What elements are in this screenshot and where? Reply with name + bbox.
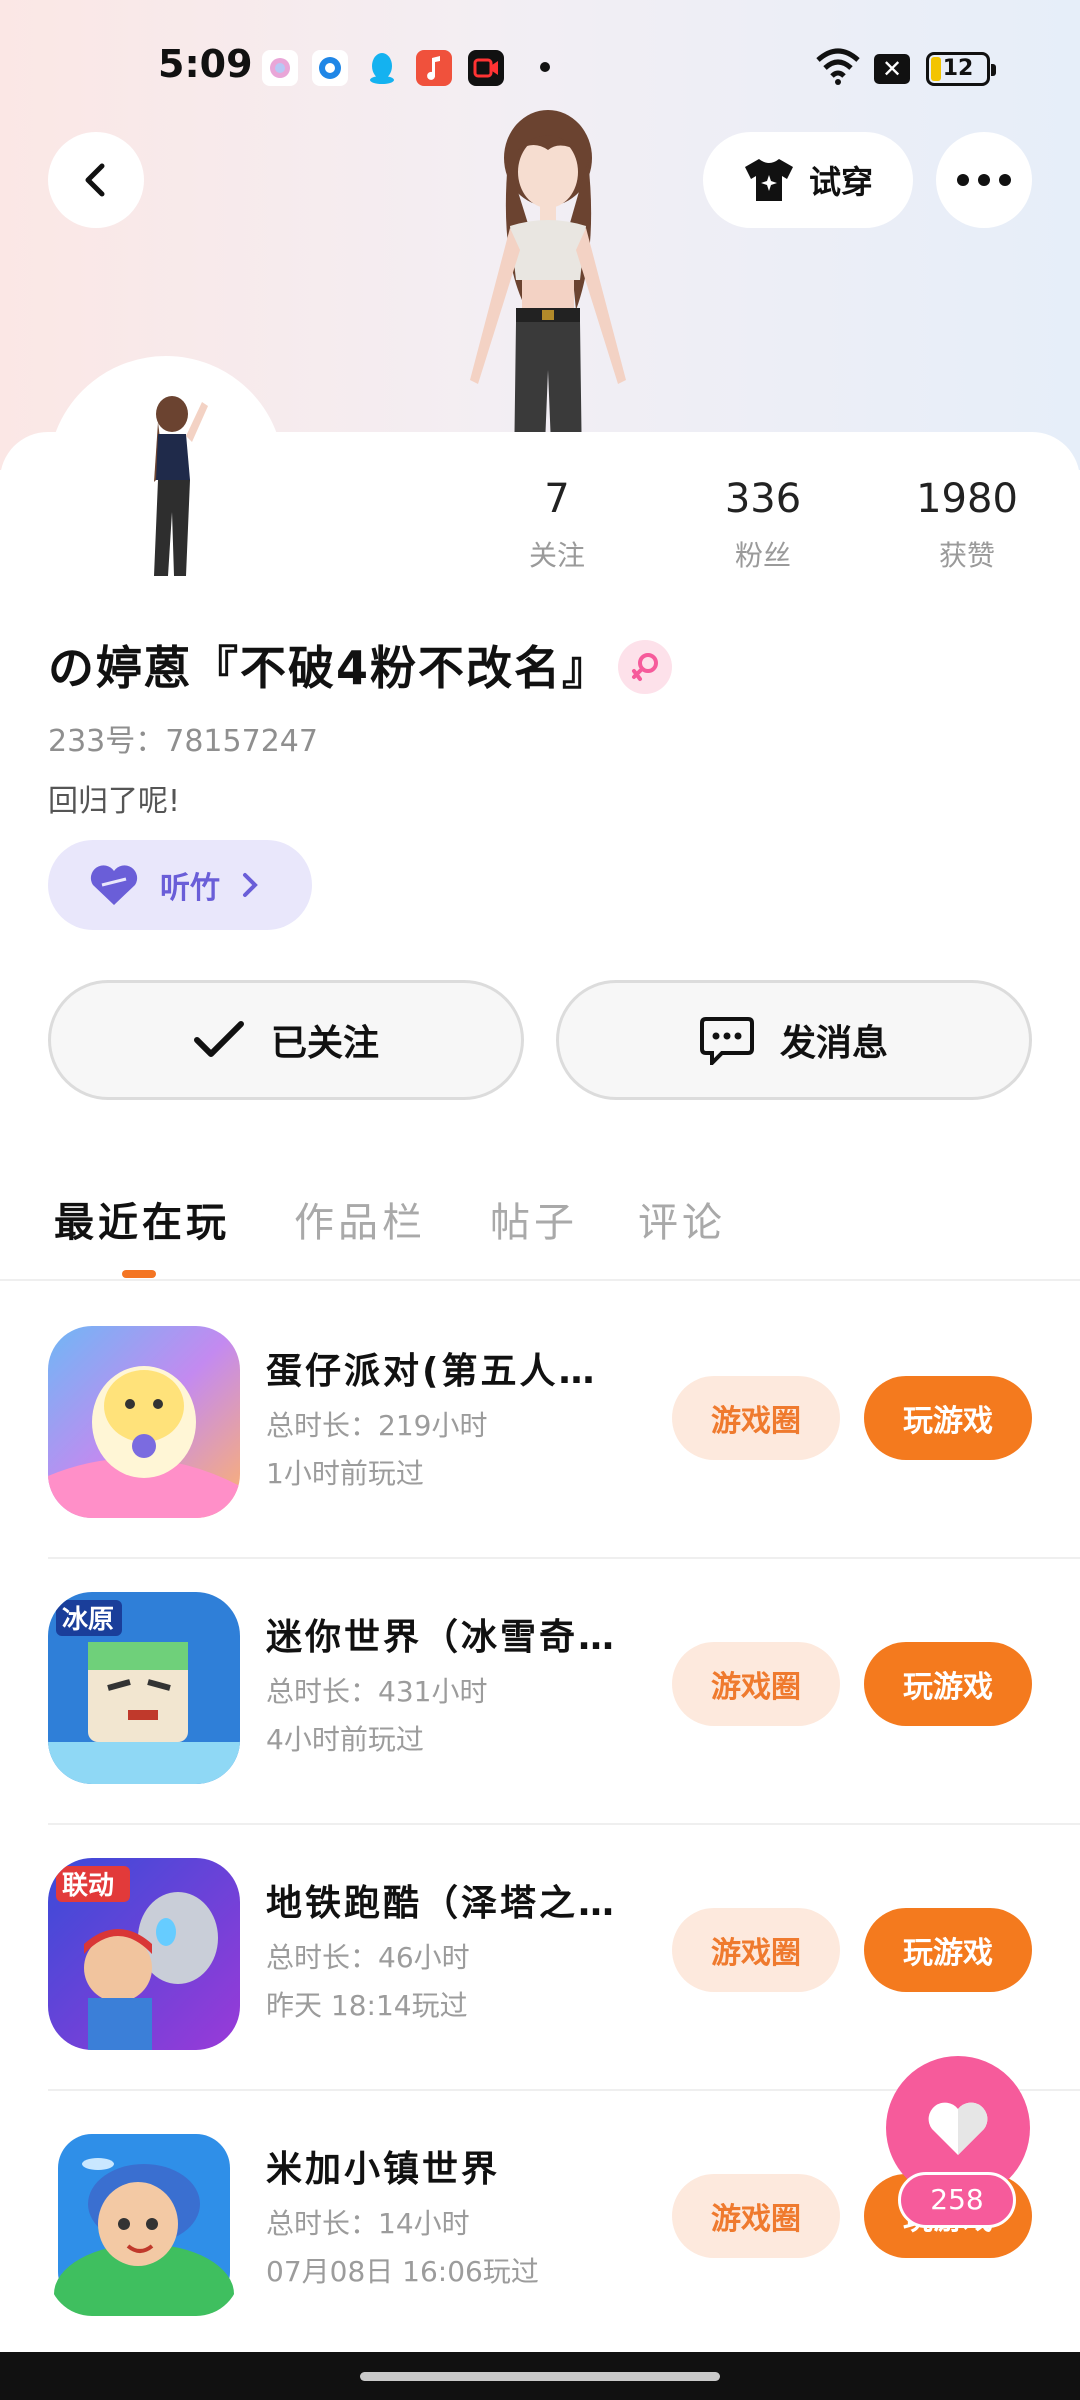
send-message-button[interactable]: 发消息 <box>556 980 1032 1100</box>
checkmark-icon <box>193 1021 244 1057</box>
play-game-button[interactable]: 玩游戏 <box>864 1908 1032 1992</box>
svg-text:联动: 联动 <box>62 1871 114 1901</box>
game-last-played: 4小时前玩过 <box>266 1723 424 1756</box>
stat-likes-value: 1980 <box>916 476 1018 522</box>
chevron-left-icon <box>85 163 105 197</box>
row-divider <box>48 1557 1080 1559</box>
game-row[interactable]: 冰原 迷你世界（冰雪奇… 总时长：431小时 4小时前玩过 游戏圈 玩游戏 <box>48 1562 1032 1828</box>
more-options-button[interactable] <box>936 132 1032 228</box>
like-count: 258 <box>898 2172 1016 2228</box>
game-circle-button[interactable]: 游戏圈 <box>672 1376 840 1460</box>
stat-followers-label: 粉丝 <box>734 539 791 572</box>
system-nav-bar <box>0 2352 1080 2400</box>
game-last-played: 昨天 18:14玩过 <box>266 1989 468 2022</box>
female-gender-icon <box>618 640 672 694</box>
stat-following[interactable]: 7 关注 <box>482 476 632 574</box>
user-id: 233号：78157247 <box>48 724 318 759</box>
back-button[interactable] <box>48 132 144 228</box>
row-divider <box>48 1823 1080 1825</box>
tshirt-icon <box>744 159 793 201</box>
app-icon-pink <box>262 50 298 86</box>
play-game-button[interactable]: 玩游戏 <box>864 1642 1032 1726</box>
game-last-played: 07月08日 16:06玩过 <box>266 2255 539 2288</box>
try-on-label: 试穿 <box>808 163 873 201</box>
battery-level: 12 <box>942 56 974 81</box>
tab-works[interactable]: 作品栏 <box>294 1190 426 1248</box>
game-last-played: 1小时前玩过 <box>266 1457 424 1490</box>
followed-label: 已关注 <box>270 1023 379 1064</box>
play-game-button[interactable]: 玩游戏 <box>864 1376 1032 1460</box>
chevron-right-icon <box>243 873 258 897</box>
game-row[interactable]: 米加小镇世界 总时长：14小时 07月08日 16:06玩过 游戏圈 玩游戏 <box>48 2094 1032 2360</box>
video-icon <box>468 50 504 86</box>
game-name: 地铁跑酷（泽塔之… <box>266 1883 618 1924</box>
user-bio: 回归了呢! <box>48 784 181 819</box>
music-icon <box>416 50 452 86</box>
game-circle-button[interactable]: 游戏圈 <box>672 1642 840 1726</box>
battery-icon: 12 <box>926 52 996 86</box>
game-icon-mini-world[interactable]: 冰原 <box>48 1592 240 1784</box>
sim-blocked-icon: ✕ <box>874 54 910 84</box>
game-name: 米加小镇世界 <box>266 2149 501 2190</box>
app-icon-blue-circle <box>312 50 348 86</box>
more-dots-icon <box>957 174 1011 186</box>
game-total-time: 总时长：431小时 <box>266 1675 488 1708</box>
username: の婷蒽『不破4粉不改名』 <box>48 641 611 695</box>
game-row[interactable]: 蛋仔派对(第五人… 总时长：219小时 1小时前玩过 游戏圈 玩游戏 <box>48 1296 1032 1562</box>
stat-followers-value: 336 <box>724 476 802 522</box>
active-tab-indicator <box>122 1270 156 1278</box>
followed-button[interactable]: 已关注 <box>48 980 524 1100</box>
game-circle-button[interactable]: 游戏圈 <box>672 1908 840 1992</box>
stat-likes-label: 获赞 <box>938 539 995 572</box>
game-circle-button[interactable]: 游戏圈 <box>672 2174 840 2258</box>
home-gesture-handle[interactable] <box>360 2372 720 2381</box>
stat-likes[interactable]: 1980 获赞 <box>892 476 1042 574</box>
music-chip-button[interactable]: 听竹 <box>48 840 312 930</box>
stat-followers[interactable]: 336 粉丝 <box>688 476 838 574</box>
tab-comments[interactable]: 评论 <box>638 1190 726 1248</box>
game-row[interactable]: 联动 地铁跑酷（泽塔之… 总时长：46小时 昨天 18:14玩过 游戏圈 玩游戏 <box>48 1828 1032 2094</box>
tab-divider <box>0 1279 1080 1281</box>
chat-bubble-icon <box>699 1017 754 1065</box>
avatar-3d-figure[interactable] <box>430 110 660 470</box>
game-icon-subway-surfers[interactable]: 联动 <box>48 1858 240 2050</box>
status-time: 5:09 <box>158 42 253 86</box>
stat-following-label: 关注 <box>528 539 585 572</box>
heart-music-icon <box>90 865 138 905</box>
svg-text:冰原: 冰原 <box>62 1605 114 1635</box>
heart-icon <box>928 2102 988 2155</box>
game-icon-toca-world[interactable] <box>48 2124 240 2316</box>
status-bar: 5:09 ✕ 12 <box>0 0 1080 140</box>
profile-tabs: 最近在玩 作品栏 帖子 评论 <box>0 1180 1080 1280</box>
game-name: 迷你世界（冰雪奇… <box>266 1617 618 1658</box>
game-total-time: 总时长：46小时 <box>266 1941 470 1974</box>
try-on-button[interactable]: 试穿 <box>703 132 913 228</box>
profile-avatar[interactable] <box>48 356 284 592</box>
send-message-label: 发消息 <box>779 1023 888 1064</box>
game-total-time: 总时长：219小时 <box>266 1409 488 1442</box>
music-chip-label: 听竹 <box>160 871 220 906</box>
qq-icon <box>364 50 400 86</box>
game-name: 蛋仔派对(第五人… <box>266 1351 598 1392</box>
notification-dot <box>540 62 550 72</box>
stat-following-value: 7 <box>544 476 570 522</box>
game-total-time: 总时长：14小时 <box>266 2207 470 2240</box>
game-icon-eggy-party[interactable] <box>48 1326 240 1518</box>
tab-posts[interactable]: 帖子 <box>490 1190 578 1248</box>
tab-recently-played[interactable]: 最近在玩 <box>54 1190 230 1248</box>
wifi-icon <box>816 48 860 85</box>
